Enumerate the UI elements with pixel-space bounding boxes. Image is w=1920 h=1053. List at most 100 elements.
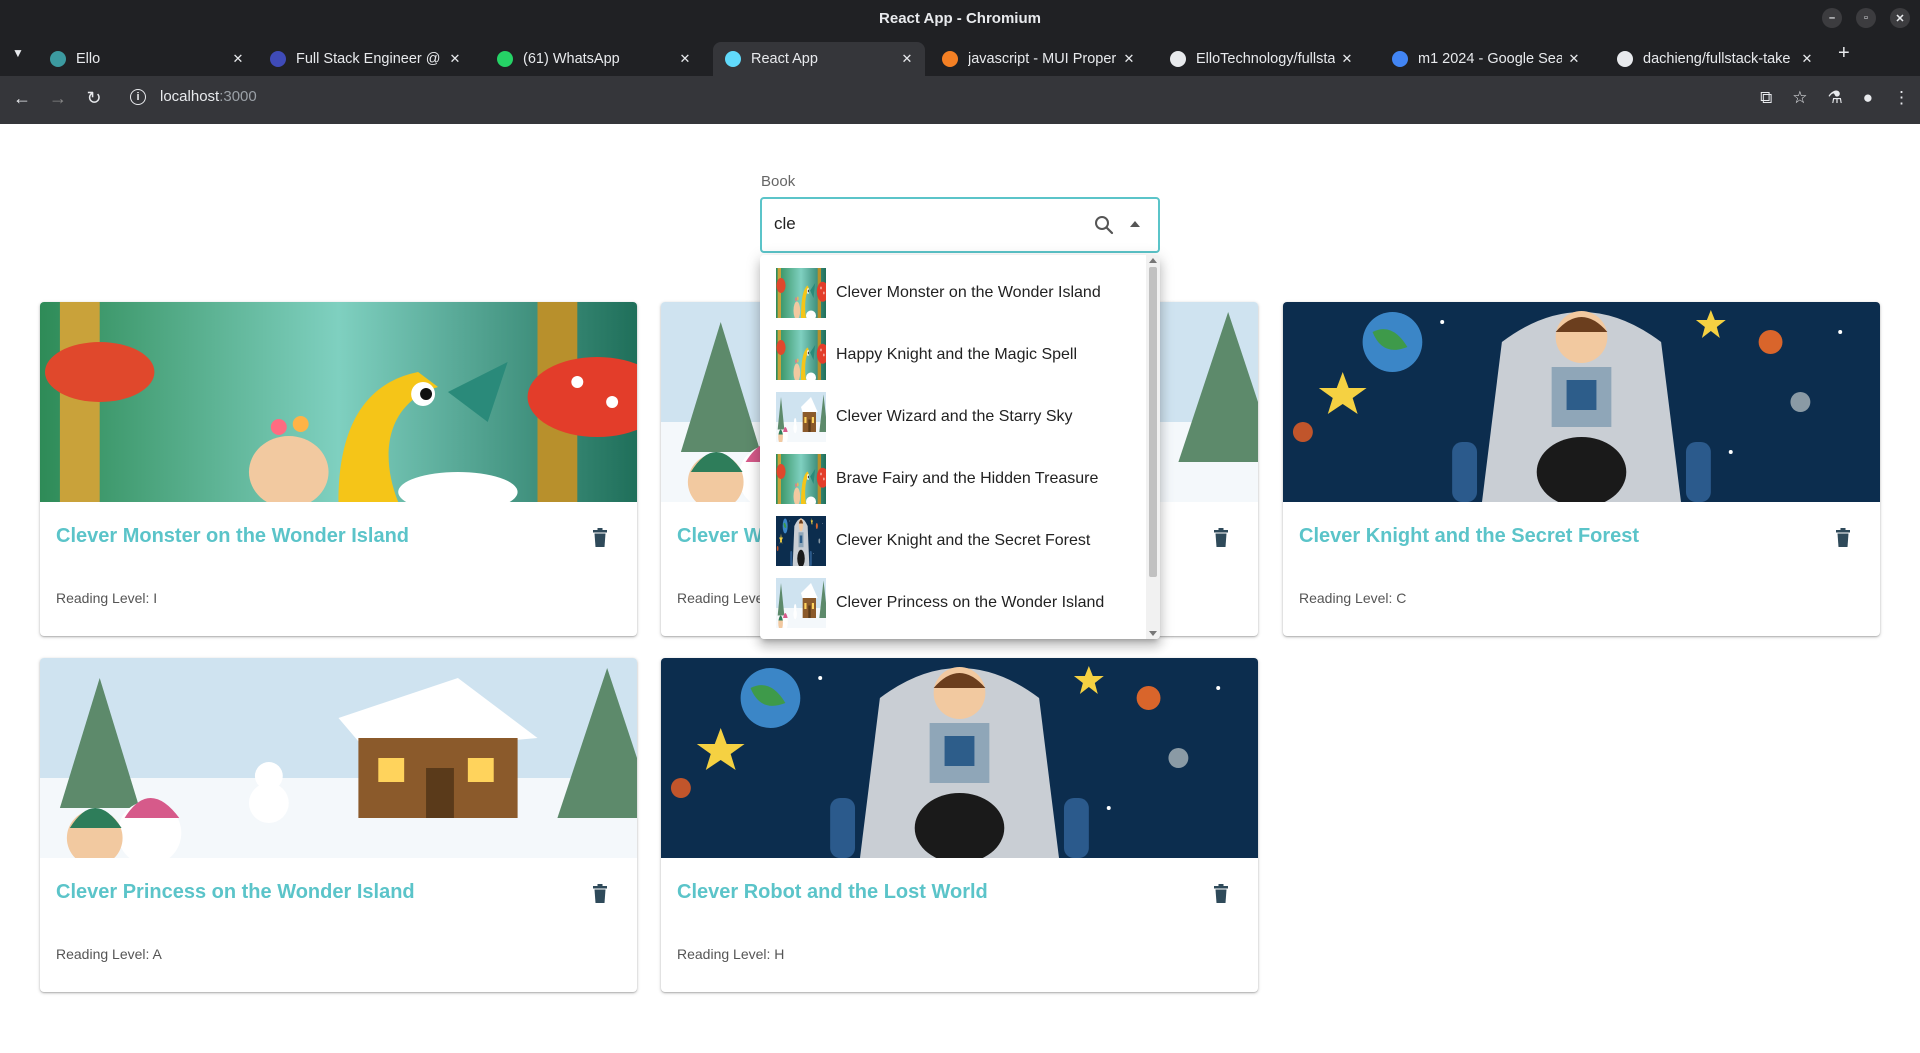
book-cover-image — [40, 658, 637, 858]
book-cover-image — [40, 302, 637, 502]
page-content: Book Clever Monster on the Wonder Island — [0, 124, 1920, 1053]
option-thumbnail — [776, 392, 826, 442]
option-thumbnail — [776, 454, 826, 504]
tab-5[interactable]: javascript - MUI Proper ✕ — [930, 42, 1147, 76]
autocomplete-option[interactable]: Clever Princess on the Wonder Island — [760, 572, 1146, 634]
new-tab-button[interactable]: + — [1838, 42, 1850, 65]
tab-7[interactable]: m1 2024 - Google Sear ✕ — [1380, 42, 1592, 76]
google-icon — [1392, 51, 1408, 67]
book-cover-image — [661, 658, 1258, 858]
book-card[interactable]: Clever Robot and the Lost World Reading … — [661, 658, 1258, 992]
book-card[interactable]: Clever Monster on the Wonder Island Read… — [40, 302, 637, 636]
tab-label: Ello — [76, 51, 101, 67]
autocomplete-listbox: Clever Monster on the Wonder Island Happ… — [760, 255, 1160, 639]
tab-2[interactable]: Full Stack Engineer @ E ✕ — [258, 42, 473, 76]
window-titlebar: React App - Chromium – ▫ ✕ — [0, 0, 1920, 36]
option-thumbnail — [776, 516, 826, 566]
search-field-label: Book — [761, 173, 796, 190]
reading-level: Reading Level: C — [1299, 590, 1407, 606]
scrollbar-thumb[interactable] — [1149, 267, 1157, 577]
delete-trash-icon[interactable] — [1835, 528, 1851, 548]
option-label: Happy Knight and the Magic Spell — [836, 346, 1078, 363]
option-label: Clever Knight and the Secret Forest — [836, 532, 1091, 549]
menu-kebab-icon[interactable]: ⋮ — [1893, 88, 1910, 108]
browser-toolbar: ← → ↻ i localhost:3000 ⧉ ☆ ⚗ ● ⋮ — [0, 76, 1920, 124]
back-arrow-icon[interactable]: ← — [10, 88, 34, 109]
close-tab-icon[interactable]: ✕ — [1795, 51, 1819, 67]
book-autocomplete[interactable] — [760, 197, 1160, 253]
book-title[interactable]: Clever Robot and the Lost World — [677, 881, 988, 904]
tab-label: dachieng/fullstack-take — [1643, 51, 1791, 67]
tab-label: (61) WhatsApp — [523, 51, 620, 67]
autocomplete-option-partial[interactable] — [760, 634, 1146, 639]
dropdown-collapse-icon[interactable] — [1130, 221, 1140, 227]
autocomplete-option[interactable]: Happy Knight and the Magic Spell — [760, 324, 1146, 386]
tab-label: React App — [751, 51, 818, 67]
option-thumbnail — [776, 578, 826, 628]
close-tab-icon[interactable]: ✕ — [1335, 51, 1359, 67]
autocomplete-option[interactable]: Brave Fairy and the Hidden Treasure — [760, 448, 1146, 510]
whatsapp-icon — [497, 51, 513, 67]
autocomplete-option[interactable]: Clever Wizard and the Starry Sky — [760, 386, 1146, 448]
react-icon — [725, 51, 741, 67]
ello-icon — [50, 51, 66, 67]
delete-trash-icon[interactable] — [1213, 528, 1229, 548]
option-label: Clever Wizard and the Starry Sky — [836, 408, 1073, 425]
address-bar[interactable]: i localhost:3000 — [130, 88, 257, 105]
option-label: Brave Fairy and the Hidden Treasure — [836, 470, 1099, 487]
tab-4[interactable]: React App ✕ — [713, 42, 925, 76]
url-text[interactable]: localhost:3000 — [160, 88, 257, 105]
autocomplete-option[interactable]: Clever Knight and the Secret Forest — [760, 510, 1146, 572]
option-label: Clever Monster on the Wonder Island — [836, 284, 1101, 301]
reading-level: Reading Level: H — [677, 946, 785, 962]
tab-label: Full Stack Engineer @ E — [296, 51, 443, 67]
tab-6[interactable]: ElloTechnology/fullsta ✕ — [1158, 42, 1365, 76]
github-icon — [1617, 51, 1633, 67]
url-host: localhost — [160, 88, 220, 105]
labs-flask-icon[interactable]: ⚗ — [1827, 88, 1842, 108]
tab-label: ElloTechnology/fullsta — [1196, 51, 1335, 67]
book-title[interactable]: Clever Monster on the Wonder Island — [56, 525, 409, 548]
option-thumbnail — [776, 330, 826, 380]
book-card[interactable]: Clever Knight and the Secret Forest Read… — [1283, 302, 1880, 636]
book-title[interactable]: Clever Knight and the Secret Forest — [1299, 525, 1639, 548]
maximize-icon[interactable]: ▫ — [1856, 8, 1876, 28]
delete-trash-icon[interactable] — [592, 528, 608, 548]
github-icon — [1170, 51, 1186, 67]
search-icon[interactable] — [1092, 213, 1116, 237]
autocomplete-option[interactable]: Clever Monster on the Wonder Island — [760, 262, 1146, 324]
close-tab-icon[interactable]: ✕ — [1117, 51, 1141, 67]
book-title[interactable]: Clever Princess on the Wonder Island — [56, 881, 415, 904]
option-thumbnail — [776, 268, 826, 318]
url-port: :3000 — [219, 88, 257, 105]
close-tab-icon[interactable]: ✕ — [226, 51, 250, 67]
close-tab-icon[interactable]: ✕ — [895, 51, 919, 67]
close-tab-icon[interactable]: ✕ — [673, 51, 697, 67]
tab-label: m1 2024 - Google Sear — [1418, 51, 1562, 67]
close-tab-icon[interactable]: ✕ — [443, 51, 467, 67]
stackoverflow-icon — [942, 51, 958, 67]
tab-search-chevron-icon[interactable]: ▼ — [12, 46, 24, 60]
reading-level: Reading Level: A — [56, 946, 162, 962]
tab-3[interactable]: (61) WhatsApp ✕ — [485, 42, 703, 76]
site-info-icon[interactable]: i — [130, 88, 146, 105]
tab-8[interactable]: dachieng/fullstack-take ✕ — [1605, 42, 1825, 76]
book-search-input[interactable] — [774, 214, 1074, 234]
bookmark-star-icon[interactable]: ☆ — [1792, 88, 1807, 108]
forward-arrow-icon[interactable]: → — [46, 88, 70, 109]
a-icon — [270, 51, 286, 67]
profile-icon[interactable]: ● — [1863, 88, 1873, 108]
tab-label: javascript - MUI Proper — [968, 51, 1117, 67]
option-label: Clever Princess on the Wonder Island — [836, 594, 1105, 611]
book-cover-image — [1283, 302, 1880, 502]
minimize-icon[interactable]: – — [1822, 8, 1842, 28]
install-app-icon[interactable]: ⧉ — [1760, 88, 1772, 108]
book-card[interactable]: Clever Princess on the Wonder Island Rea… — [40, 658, 637, 992]
close-tab-icon[interactable]: ✕ — [1562, 51, 1586, 67]
listbox-scrollbar[interactable] — [1146, 255, 1160, 639]
tab-1[interactable]: Ello ✕ — [38, 42, 256, 76]
delete-trash-icon[interactable] — [1213, 884, 1229, 904]
close-window-icon[interactable]: ✕ — [1890, 8, 1910, 28]
reload-icon[interactable]: ↻ — [82, 88, 106, 109]
delete-trash-icon[interactable] — [592, 884, 608, 904]
